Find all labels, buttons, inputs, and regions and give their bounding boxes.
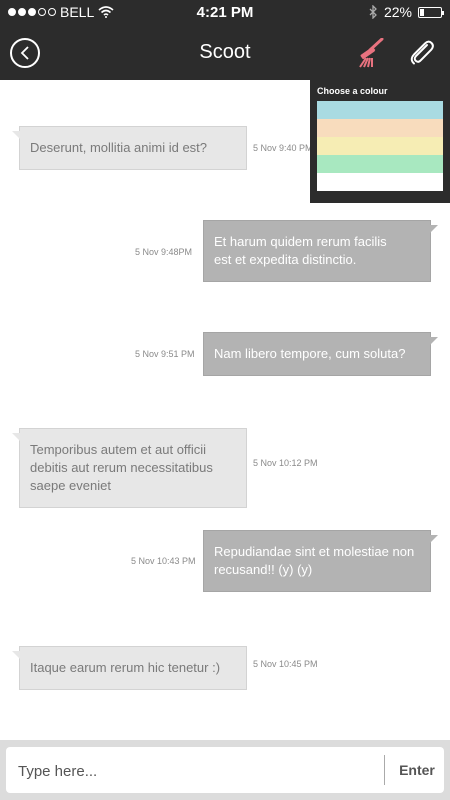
- colour-swatch-list: [317, 101, 443, 191]
- message-input[interactable]: [16, 755, 380, 787]
- message-text: est et expedita distinctio.: [214, 252, 357, 267]
- status-right: 22%: [369, 4, 444, 20]
- colour-swatch[interactable]: [317, 173, 443, 191]
- colour-swatch[interactable]: [317, 137, 443, 155]
- colour-swatch[interactable]: [317, 155, 443, 173]
- message-text: Deserunt, mollitia animi id est?: [30, 140, 208, 155]
- message-bubble-outgoing: Et harum quidem rerum facilis est et exp…: [203, 220, 438, 282]
- colour-picker-button[interactable]: [356, 37, 386, 68]
- message-timestamp: 5 Nov 10:12 PM: [253, 458, 318, 468]
- message-timestamp: 5 Nov 9:40 PM: [253, 143, 313, 153]
- message-timestamp: 5 Nov 9:48PM: [135, 247, 193, 257]
- colour-picker-title: Choose a colour: [317, 86, 388, 96]
- message-timestamp: 5 Nov 10:43 PM: [131, 556, 196, 566]
- message-timestamp: 5 Nov 9:51 PM: [135, 349, 195, 359]
- battery-level: [420, 8, 424, 16]
- message-text: recusand!! (y) (y): [214, 562, 313, 577]
- message-bubble-incoming: Deserunt, mollitia animi id est?: [12, 126, 247, 170]
- message-bubble-incoming: Temporibus autem et aut officii debitis …: [12, 428, 247, 508]
- message-bubble-outgoing: Nam libero tempore, cum soluta?: [203, 332, 438, 376]
- message-text: Et harum quidem rerum facilis: [214, 234, 387, 249]
- enter-button[interactable]: Enter: [390, 747, 444, 793]
- composer-box: Enter: [6, 747, 444, 793]
- composer-bar: Enter: [0, 740, 450, 800]
- message-text: Nam libero tempore, cum soluta?: [214, 346, 406, 361]
- colour-swatch[interactable]: [317, 119, 443, 137]
- colour-picker-popover: Choose a colour: [310, 80, 450, 203]
- message-text: Repudiandae sint et molestiae non: [214, 544, 415, 559]
- message-bubble-incoming: Itaque earum rerum hic tenetur :): [12, 646, 247, 690]
- paperclip-icon: [410, 40, 434, 65]
- message-bubble-outgoing: Repudiandae sint et molestiae non recusa…: [203, 530, 438, 592]
- colour-swatch[interactable]: [317, 101, 443, 119]
- bluetooth-icon: [369, 5, 377, 19]
- message-text: Itaque earum rerum hic tenetur :): [30, 660, 221, 675]
- message-text: saepe eveniet: [30, 478, 111, 493]
- paintbrush-icon: [359, 37, 384, 68]
- message-timestamp: 5 Nov 10:45 PM: [253, 659, 318, 669]
- attach-button[interactable]: [406, 38, 436, 68]
- message-text: Temporibus autem et aut officii: [30, 442, 207, 457]
- battery-icon: [418, 6, 444, 18]
- composer-divider: [384, 755, 385, 785]
- status-bar: BELL 4:21 PM 22%: [0, 0, 450, 26]
- battery-percent: 22%: [383, 4, 412, 20]
- nav-bar: Scoot: [0, 26, 450, 80]
- message-text: debitis aut rerum necessitatibus: [30, 460, 213, 475]
